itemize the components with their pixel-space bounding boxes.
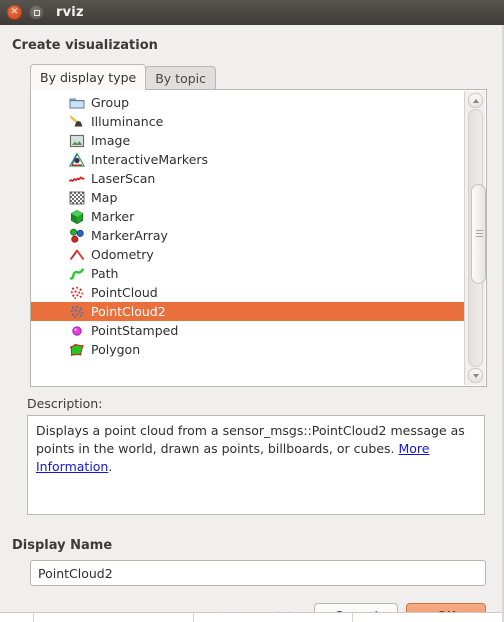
close-icon[interactable]: ✕ [7, 5, 22, 20]
list-item-label: LaserScan [91, 171, 156, 186]
list-item-label: Odometry [91, 247, 154, 262]
point-stamped-icon [69, 323, 85, 339]
display-name-input[interactable] [30, 560, 486, 586]
marker-array-icon [69, 228, 85, 244]
list-item-label: Map [91, 190, 118, 205]
list-item-label: Marker [91, 209, 135, 224]
list-item[interactable]: Group [31, 93, 464, 112]
list-item-label: PointCloud [91, 285, 158, 300]
path-icon [69, 266, 85, 282]
list-item[interactable]: Polygon [31, 340, 464, 359]
tab-by-display-type[interactable]: By display type [30, 64, 147, 90]
display-type-list[interactable]: Group Illuminance Image InteractiveMarkers L… [30, 89, 487, 387]
description-label: Description: [27, 396, 103, 411]
list-item[interactable]: Path [31, 264, 464, 283]
list-item[interactable]: PointCloud [31, 283, 464, 302]
list-item-label: InteractiveMarkers [91, 152, 209, 167]
list-item[interactable]: PointStamped [31, 321, 464, 340]
list-item[interactable]: LaserScan [31, 169, 464, 188]
pointcloud2-icon [69, 304, 85, 320]
list-item[interactable]: Marker [31, 207, 464, 226]
list-item-label: Illuminance [91, 114, 164, 129]
pointcloud-icon [69, 285, 85, 301]
description-box: Displays a point cloud from a sensor_msg… [27, 415, 485, 515]
list-item-label: PointCloud2 [91, 304, 166, 319]
rviz-dialog-window: ✕ rviz Create visualization By display t… [0, 0, 504, 622]
polygon-icon [69, 342, 85, 358]
marker-icon [69, 209, 85, 225]
list-item[interactable]: InteractiveMarkers [31, 150, 464, 169]
page-title: Create visualization [12, 38, 158, 53]
scrollbar-thumb[interactable] [471, 184, 486, 284]
list-item[interactable]: Map [31, 188, 464, 207]
list-item[interactable]: Odometry [31, 245, 464, 264]
interactive-markers-icon [68, 151, 86, 168]
bottom-strip [0, 612, 504, 622]
window-title: rviz [56, 5, 84, 20]
maximize-icon[interactable] [29, 5, 44, 20]
list-item[interactable]: Illuminance [31, 112, 464, 131]
list-item-label: PointStamped [91, 323, 179, 338]
image-icon [69, 133, 85, 149]
odometry-icon [69, 247, 85, 263]
list-item[interactable]: PointCloud2 [31, 302, 464, 321]
list-item[interactable]: Image [31, 131, 464, 150]
tab-by-topic[interactable]: By topic [145, 66, 217, 90]
list-item-label: Group [91, 95, 130, 110]
list-item-label: Polygon [91, 342, 141, 357]
scrollbar-grip-icon [476, 230, 483, 239]
list-item[interactable]: MarkerArray [31, 226, 464, 245]
tab-bar: By display type By topic [30, 64, 217, 90]
map-icon [69, 190, 85, 206]
title-bar: ✕ rviz [0, 0, 504, 25]
laserscan-icon [69, 171, 85, 187]
illuminance-icon [69, 114, 85, 130]
description-text-end: . [108, 459, 113, 474]
list-scrollbar[interactable] [464, 91, 486, 385]
scroll-up-arrow-icon[interactable] [468, 93, 483, 108]
list-item-label: Path [91, 266, 119, 281]
display-type-list-items: Group Illuminance Image InteractiveMarkers L… [31, 93, 464, 359]
list-item-label: MarkerArray [91, 228, 168, 243]
dialog-content: Create visualization By display type By … [0, 25, 504, 622]
folder-icon [69, 95, 85, 111]
scrollbar-track[interactable] [468, 109, 486, 367]
scroll-down-arrow-icon[interactable] [468, 368, 483, 383]
display-name-label: Display Name [12, 538, 113, 553]
list-item-label: Image [91, 133, 131, 148]
